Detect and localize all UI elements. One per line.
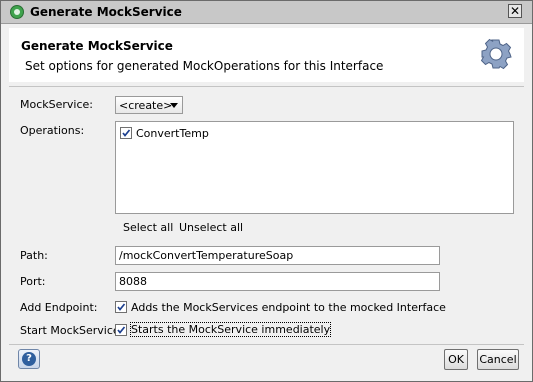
operation-label: ConvertTemp	[136, 127, 209, 140]
start-mockservice-checkbox[interactable]	[115, 324, 127, 336]
add-endpoint-label: Add Endpoint:	[20, 301, 98, 314]
path-input[interactable]	[115, 246, 440, 265]
unselect-all-button[interactable]: Unselect all	[179, 221, 243, 234]
operations-label: Operations:	[20, 124, 85, 137]
start-mockservice-text: Starts the MockService immediately	[129, 322, 332, 337]
header-title: Generate MockService	[21, 39, 173, 53]
port-label: Port:	[20, 275, 46, 288]
gear-icon	[480, 38, 512, 70]
chevron-down-icon	[170, 103, 178, 108]
list-item[interactable]: ConvertTemp	[120, 126, 240, 142]
add-endpoint-checkbox[interactable]	[115, 301, 127, 313]
close-button[interactable]: ✕	[508, 4, 522, 18]
header-description: Set options for generated MockOperations…	[25, 59, 384, 73]
start-mockservice-label: Start MockService:	[20, 324, 124, 337]
ok-button[interactable]: OK	[444, 349, 468, 370]
add-endpoint-text: Adds the MockServices endpoint to the mo…	[131, 301, 446, 314]
operation-checkbox[interactable]	[120, 127, 132, 139]
footer-divider	[9, 344, 524, 345]
help-button[interactable]: ?	[18, 349, 40, 369]
window-title: Generate MockService	[30, 5, 182, 19]
title-bar[interactable]: Generate MockService ✕	[1, 1, 532, 24]
port-input[interactable]	[115, 272, 440, 291]
check-icon	[122, 129, 131, 137]
mockservice-label: MockService:	[20, 98, 93, 111]
path-label: Path:	[20, 249, 48, 262]
operations-list[interactable]: ConvertTemp	[115, 121, 514, 214]
dialog-header: Generate MockService Set options for gen…	[9, 28, 524, 82]
header-divider	[9, 86, 524, 87]
app-icon	[10, 5, 24, 19]
check-icon	[117, 326, 126, 334]
mockservice-select[interactable]: <create>	[115, 96, 183, 114]
dialog-window: Generate MockService ✕ Generate MockServ…	[0, 0, 533, 382]
operations-footer: Select all Unselect all	[115, 214, 514, 241]
help-icon: ?	[22, 352, 36, 366]
check-icon	[117, 303, 126, 311]
mockservice-select-value: <create>	[119, 99, 173, 112]
select-all-button[interactable]: Select all	[123, 221, 173, 234]
cancel-button[interactable]: Cancel	[477, 349, 519, 370]
